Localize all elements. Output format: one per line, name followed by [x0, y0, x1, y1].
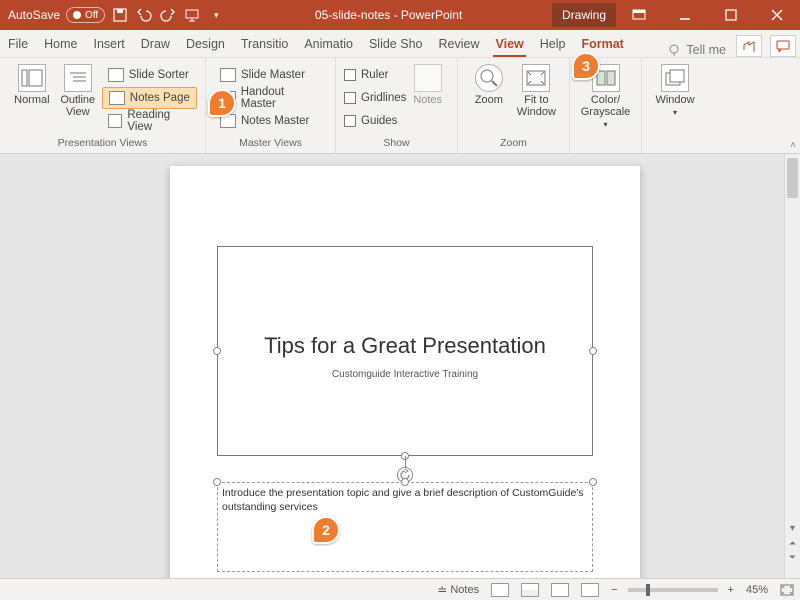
- reading-view-button[interactable]: Reading View: [102, 110, 197, 132]
- workspace: Tips for a Great Presentation Customguid…: [0, 154, 800, 578]
- normal-view-icon: [18, 64, 46, 92]
- window-button[interactable]: Window▾: [650, 62, 700, 117]
- tutorial-callout-1: 1: [208, 89, 236, 117]
- undo-icon[interactable]: [135, 6, 153, 24]
- lightbulb-icon: [668, 43, 682, 57]
- vertical-scrollbar[interactable]: ▴ ▾ ⏶ ⏷: [784, 154, 800, 578]
- close-button[interactable]: [754, 0, 800, 30]
- tab-view[interactable]: View: [487, 32, 531, 57]
- slide-thumbnail[interactable]: Tips for a Great Presentation Customguid…: [217, 246, 593, 456]
- tab-help[interactable]: Help: [532, 32, 574, 57]
- start-slideshow-icon[interactable]: [183, 6, 201, 24]
- slide-sorter-icon: [108, 68, 124, 82]
- notes-page-button[interactable]: Notes Page: [102, 87, 197, 109]
- fit-to-window-icon: [522, 64, 550, 92]
- window-title: 05-slide-notes - PowerPoint: [225, 8, 552, 22]
- tab-design[interactable]: Design: [178, 32, 233, 57]
- notes-pane-icon: [414, 64, 442, 92]
- tab-draw[interactable]: Draw: [133, 32, 178, 57]
- resize-handle[interactable]: [589, 478, 597, 486]
- collapse-ribbon-icon[interactable]: ˄: [790, 140, 796, 151]
- resize-handle[interactable]: [589, 347, 597, 355]
- zoom-slider[interactable]: [628, 588, 718, 592]
- next-slide-icon[interactable]: ⏷: [785, 550, 800, 564]
- resize-handle[interactable]: [213, 478, 221, 486]
- zoom-icon: [475, 64, 503, 92]
- zoom-button[interactable]: Zoom: [466, 62, 512, 106]
- slide-subtitle: Customguide Interactive Training: [218, 369, 592, 380]
- tab-home[interactable]: Home: [36, 32, 85, 57]
- notes-text-box[interactable]: Introduce the presentation topic and giv…: [217, 482, 593, 572]
- group-label-color: [578, 149, 633, 151]
- ribbon-display-options-icon[interactable]: [616, 0, 662, 30]
- autosave-toggle[interactable]: Off: [66, 7, 105, 23]
- ribbon: Normal Outline View Slide Sorter Notes P…: [0, 58, 800, 154]
- tab-file[interactable]: File: [0, 32, 36, 57]
- tutorial-callout-2: 2: [312, 516, 340, 544]
- normal-view-button[interactable]: Normal: [8, 62, 56, 106]
- maximize-button[interactable]: [708, 0, 754, 30]
- resize-handle[interactable]: [213, 347, 221, 355]
- titlebar: AutoSave Off ▾ 05-slide-notes - PowerPoi…: [0, 0, 800, 30]
- guides-checkbox[interactable]: Guides: [344, 110, 406, 132]
- save-icon[interactable]: [111, 6, 129, 24]
- zoom-out-button[interactable]: −: [605, 579, 623, 601]
- notes-toggle[interactable]: ≐Notes: [431, 579, 485, 601]
- slide-master-button[interactable]: Slide Master: [214, 64, 327, 86]
- resize-handle[interactable]: [401, 478, 409, 486]
- view-normal-icon[interactable]: [485, 579, 515, 601]
- scroll-thumb[interactable]: [787, 158, 798, 198]
- tab-slideshow[interactable]: Slide Sho: [361, 32, 431, 57]
- fit-to-window-statusbar-icon[interactable]: [774, 579, 800, 601]
- outline-view-icon: [64, 64, 92, 92]
- notes-page-canvas[interactable]: Tips for a Great Presentation Customguid…: [170, 166, 640, 578]
- scroll-down-icon[interactable]: ▾: [785, 520, 800, 536]
- slide-sorter-button[interactable]: Slide Sorter: [102, 64, 197, 86]
- statusbar: ≐Notes − + 45%: [0, 578, 800, 600]
- group-label-show: Show: [344, 137, 449, 151]
- notes-pane-button[interactable]: Notes: [406, 62, 449, 106]
- ruler-checkbox[interactable]: Ruler: [344, 64, 406, 86]
- view-reading-icon[interactable]: [545, 579, 575, 601]
- view-sorter-icon[interactable]: [515, 579, 545, 601]
- autosave-label: AutoSave: [8, 8, 60, 22]
- tutorial-callout-3: 3: [572, 52, 600, 80]
- group-label-window: [650, 149, 700, 151]
- tell-me-search[interactable]: Tell me: [662, 43, 732, 57]
- comments-button[interactable]: [770, 35, 796, 57]
- tab-transitions[interactable]: Transitio: [233, 32, 296, 57]
- notes-text: Introduce the presentation topic and giv…: [222, 487, 584, 513]
- tab-review[interactable]: Review: [430, 32, 487, 57]
- redo-icon[interactable]: [159, 6, 177, 24]
- group-label-master-views: Master Views: [214, 137, 327, 151]
- contextual-tab-drawing[interactable]: Drawing: [552, 3, 616, 27]
- minimize-button[interactable]: [662, 0, 708, 30]
- window-icon: [661, 64, 689, 92]
- ribbon-tabs: File Home Insert Draw Design Transitio A…: [0, 30, 800, 58]
- view-slideshow-icon[interactable]: [575, 579, 605, 601]
- group-label-zoom: Zoom: [466, 137, 561, 151]
- zoom-level[interactable]: 45%: [740, 579, 774, 601]
- qat-dropdown-icon[interactable]: ▾: [207, 6, 225, 24]
- group-label-presentation-views: Presentation Views: [8, 137, 197, 151]
- slide-master-icon: [220, 68, 236, 82]
- zoom-in-button[interactable]: +: [722, 579, 740, 601]
- fit-to-window-button[interactable]: Fit to Window: [512, 62, 561, 118]
- tab-animations[interactable]: Animatio: [296, 32, 361, 57]
- reading-view-icon: [108, 114, 123, 128]
- notes-page-icon: [109, 91, 125, 105]
- prev-slide-icon[interactable]: ⏶: [785, 536, 800, 550]
- tab-insert[interactable]: Insert: [86, 32, 133, 57]
- gridlines-checkbox[interactable]: Gridlines: [344, 87, 406, 109]
- outline-view-button[interactable]: Outline View: [56, 62, 100, 118]
- slide-title: Tips for a Great Presentation: [218, 333, 592, 359]
- share-button[interactable]: [736, 35, 762, 57]
